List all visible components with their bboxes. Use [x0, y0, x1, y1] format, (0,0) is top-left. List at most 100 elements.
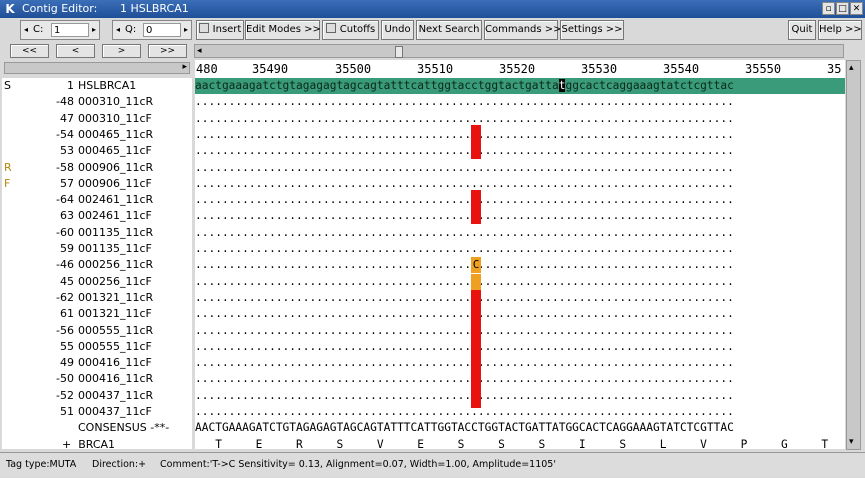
reading-name: 000437_11cR — [78, 388, 154, 402]
reading-name-row[interactable]: -54 000465_11cR — [2, 127, 192, 143]
reading-sequence[interactable]: ........................................… — [195, 111, 734, 127]
quit-button[interactable]: Quit — [788, 20, 816, 40]
reading-sequence[interactable]: ........................................… — [195, 176, 734, 192]
scroll-thumb[interactable] — [395, 46, 403, 58]
alignment-panel[interactable]: aactgaaagatctgtagagagtagcagtatttcattggta… — [195, 78, 845, 449]
scroll-down-arrow-icon[interactable]: ▾ — [849, 437, 854, 447]
reading-sequence[interactable]: ........................................… — [195, 127, 734, 143]
vertical-scrollbar[interactable]: ▴ ▾ — [846, 60, 861, 450]
reading-sequence[interactable]: ........................................… — [195, 371, 734, 387]
reading-name: 000465_11cF — [78, 144, 152, 158]
minimize-icon[interactable]: ▫ — [822, 2, 835, 15]
commands-button[interactable]: Commands >> — [484, 20, 562, 40]
reading-name-row[interactable]: 63 002461_11cF — [2, 208, 192, 224]
reading-sequence[interactable]: ........................................… — [195, 143, 734, 159]
reading-sequence[interactable]: ........................................… — [195, 192, 734, 208]
reading-name-row[interactable]: R -58 000906_11cR — [2, 160, 192, 176]
help-button[interactable]: Help >> — [818, 20, 862, 40]
scroll-next-button[interactable]: > — [102, 44, 141, 58]
reading-sequence[interactable]: ........................................… — [195, 323, 734, 339]
reading-flag: R — [4, 160, 12, 174]
position-ruler: 480 35490 35500 35510 35520 35530 35540 35550 35 — [195, 60, 845, 78]
reading-sequence[interactable]: ........................................… — [195, 274, 734, 290]
scroll-last-button[interactable]: >> — [148, 44, 187, 58]
q-increment-icon[interactable]: ▸ — [181, 21, 191, 39]
reading-sequence[interactable]: ........................................… — [195, 160, 734, 176]
quality-spinner[interactable]: ◂ Q: 0 ▸ — [112, 20, 192, 40]
reference-name-row[interactable]: S 1 HSLBRCA1 — [2, 78, 192, 94]
reading-sequence[interactable]: ........................................… — [195, 94, 734, 110]
reading-sequence[interactable]: ........................................… — [195, 290, 734, 306]
reading-name-row[interactable]: 55 000555_11cF — [2, 339, 192, 355]
mutation-tag[interactable] — [471, 273, 481, 290]
next-search-button[interactable]: Next Search — [416, 20, 482, 40]
reference-sequence[interactable]: aactgaaagatctgtagagagtagcagtatttcattggta… — [195, 78, 845, 94]
reading-name-row[interactable]: 49 000416_11cF — [2, 355, 192, 371]
app-icon[interactable]: K — [3, 2, 17, 16]
scroll-prev-button[interactable]: < — [56, 44, 95, 58]
reading-name-row[interactable]: F 57 000906_11cF — [2, 176, 192, 192]
reading-name-row[interactable]: -48 000310_11cR — [2, 94, 192, 110]
reading-name-row[interactable]: 53 000465_11cF — [2, 143, 192, 159]
reading-name-row[interactable]: -52 000437_11cR — [2, 388, 192, 404]
reading-number: 47 — [60, 111, 74, 125]
c-input[interactable]: 1 — [51, 23, 89, 37]
scroll-left-arrow-icon[interactable]: ◂ — [197, 46, 202, 56]
reading-name: 000465_11cR — [78, 127, 154, 141]
reading-sequence[interactable]: ........................................… — [195, 404, 734, 420]
contig-spinner[interactable]: ◂ C: 1 ▸ — [20, 20, 100, 40]
reading-name-row[interactable]: -62 001321_11cR — [2, 290, 192, 306]
consensus-label: CONSENSUS -**- — [78, 421, 170, 435]
reading-sequence[interactable]: ........................................… — [195, 306, 734, 322]
window-subtitle: 1 HSLBRCA1 — [120, 2, 189, 15]
scroll-up-arrow-icon[interactable]: ▴ — [849, 63, 854, 73]
q-input[interactable]: 0 — [143, 23, 181, 37]
reading-name: 001321_11cR — [78, 290, 154, 304]
names-horizontal-scrollbar[interactable]: ▸ — [4, 62, 190, 74]
scroll-first-button[interactable]: << — [10, 44, 49, 58]
reading-sequence[interactable]: ........................................… — [195, 388, 734, 404]
reading-number: 53 — [60, 144, 74, 158]
reading-sequence[interactable]: ........................................… — [195, 225, 734, 241]
reading-name-row[interactable]: -60 001135_11cR — [2, 225, 192, 241]
reading-sequence[interactable]: ........................................… — [195, 241, 734, 257]
insert-label: Insert — [212, 24, 242, 35]
mismatch-highlight — [471, 287, 481, 408]
c-increment-icon[interactable]: ▸ — [89, 21, 99, 39]
reading-name-row[interactable]: 47 000310_11cF — [2, 111, 192, 127]
ruler-label: 35510 — [417, 62, 454, 76]
q-decrement-icon[interactable]: ◂ — [113, 21, 123, 39]
reading-name-row[interactable]: -50 000416_11cR — [2, 371, 192, 387]
reading-number: -54 — [56, 127, 74, 141]
insert-toggle[interactable]: Insert — [196, 20, 244, 40]
c-decrement-icon[interactable]: ◂ — [21, 21, 31, 39]
cutoffs-toggle[interactable]: Cutoffs — [322, 20, 379, 40]
status-direction: Direction:+ — [92, 459, 147, 470]
reading-name: 000555_11cF — [78, 339, 152, 353]
reading-name-row[interactable]: -46 000256_11cR — [2, 257, 192, 273]
reading-sequence[interactable]: ........................................… — [195, 208, 734, 224]
status-tag-type: Tag type:MUTA — [6, 459, 77, 470]
maximize-icon[interactable]: □ — [836, 2, 849, 15]
names-scroll-arrow-icon[interactable]: ▸ — [182, 62, 187, 72]
insert-checkbox[interactable] — [198, 23, 209, 33]
edit-modes-button[interactable]: Edit Modes >> — [245, 20, 321, 40]
undo-button[interactable]: Undo — [381, 20, 414, 40]
settings-button[interactable]: Settings >> — [560, 20, 624, 40]
reading-name-row[interactable]: 45 000256_11cF — [2, 274, 192, 290]
reading-name-row[interactable]: -64 002461_11cR — [2, 192, 192, 208]
ruler-label: 35490 — [252, 62, 289, 76]
reading-sequence[interactable]: ........................................… — [195, 355, 734, 371]
reading-name-row[interactable]: -56 000555_11cR — [2, 323, 192, 339]
reading-sequence[interactable]: ........................................… — [195, 339, 734, 355]
close-icon[interactable]: ✕ — [850, 2, 863, 15]
reading-number: 51 — [60, 405, 74, 418]
sequence-horizontal-scrollbar[interactable]: ◂ — [194, 44, 844, 58]
reading-name-row[interactable]: 61 001321_11cF — [2, 306, 192, 322]
cutoffs-checkbox[interactable] — [325, 23, 336, 33]
reading-sequence[interactable]: ........................................… — [195, 257, 734, 273]
reading-name-row[interactable]: 51 000437_11cF — [2, 404, 192, 420]
mutation-tag[interactable]: C — [471, 257, 481, 274]
reading-name: 000906_11cF — [78, 176, 152, 190]
reading-name-row[interactable]: 59 001135_11cF — [2, 241, 192, 257]
